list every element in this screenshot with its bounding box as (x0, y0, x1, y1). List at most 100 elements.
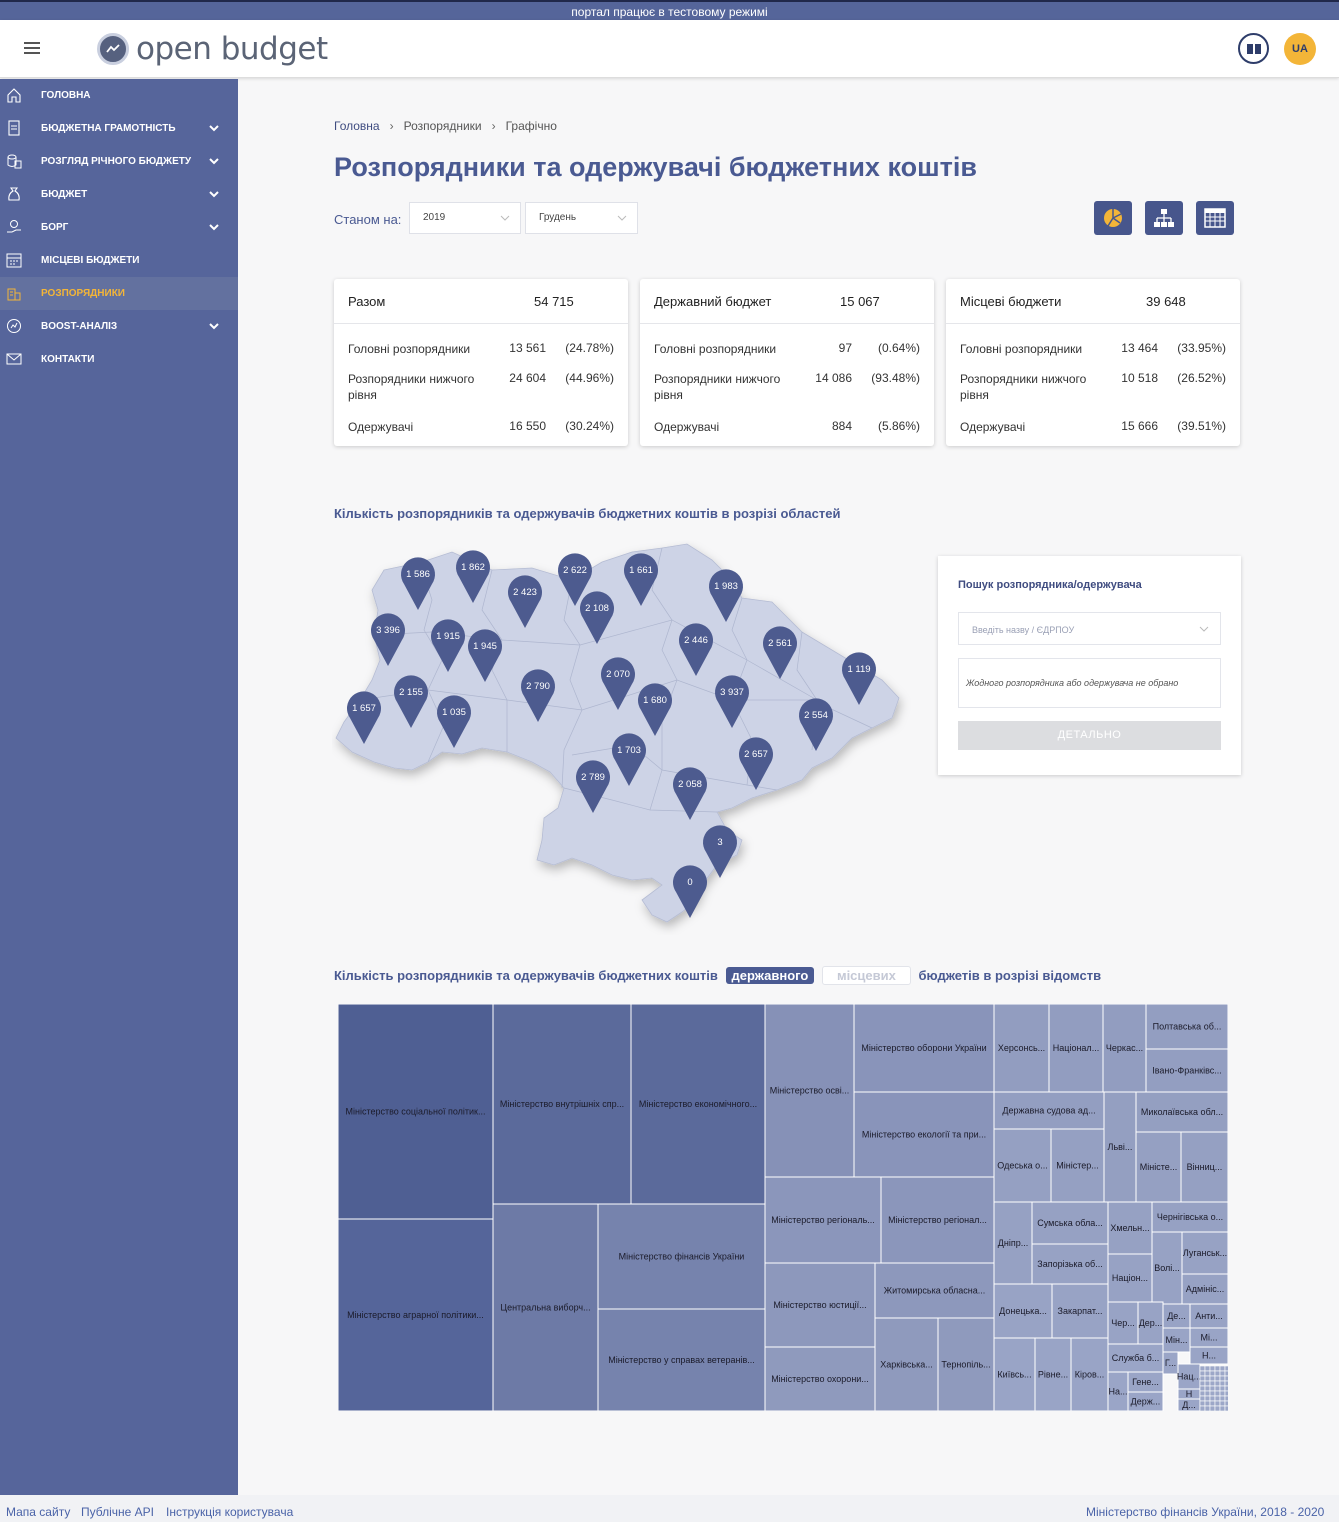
treemap-cell[interactable]: Міністерство юстиції... (764, 1262, 876, 1348)
sidebar-item-9[interactable]: КОНТАКТИ (0, 343, 238, 376)
treemap-small-cell[interactable] (1214, 1365, 1221, 1372)
table-view-button[interactable] (1196, 201, 1234, 235)
treemap-cell[interactable]: Міністерство регіональ... (764, 1176, 882, 1264)
treemap-small-cell[interactable] (1209, 1385, 1216, 1392)
treemap-cell[interactable]: Полтавська об... (1145, 1003, 1229, 1050)
treemap-small-cell[interactable] (1214, 1395, 1221, 1402)
search-input[interactable]: Введіть назву / ЄДРПОУ (958, 612, 1221, 645)
sidebar-item-2[interactable]: БЮДЖЕТНА ГРАМОТНІСТЬ (0, 112, 238, 145)
treemap-cell[interactable]: Гене... (1127, 1371, 1164, 1393)
language-button[interactable]: UA (1284, 33, 1316, 65)
hierarchy-view-button[interactable] (1145, 201, 1183, 235)
treemap-small-cell[interactable] (1209, 1395, 1216, 1402)
treemap-small-cell[interactable] (1209, 1365, 1216, 1372)
treemap-small-cell[interactable] (1224, 1405, 1231, 1412)
treemap-cell[interactable]: На... (1107, 1371, 1129, 1412)
treemap-cell[interactable]: Анти... (1189, 1303, 1229, 1329)
copyright-link[interactable]: Міністерство фінансів України, 2018 - 20… (1086, 1505, 1324, 1519)
treemap-cell[interactable]: Мiністе... (1135, 1131, 1182, 1203)
details-button[interactable]: ДЕТАЛЬНО (958, 721, 1221, 750)
treemap-cell[interactable]: Дер... (1137, 1301, 1164, 1345)
treemap-small-cell[interactable] (1224, 1380, 1231, 1387)
treemap-cell[interactable]: Націон... (1107, 1253, 1153, 1303)
treemap-cell[interactable]: Міністерство економічного... (630, 1003, 766, 1205)
treemap-small-cell[interactable] (1214, 1390, 1221, 1397)
treemap-cell[interactable]: Служба б... (1107, 1343, 1164, 1373)
treemap-cell[interactable]: Херсонсь... (993, 1003, 1050, 1093)
treemap-small-cell[interactable] (1199, 1395, 1206, 1402)
treemap-small-cell[interactable] (1214, 1370, 1221, 1377)
breadcrumb-second[interactable]: Розпорядники (404, 119, 482, 133)
treemap-cell[interactable]: Адмініс... (1181, 1273, 1229, 1305)
treemap-cell[interactable]: Дніпр... (993, 1201, 1033, 1285)
treemap-small-cell[interactable] (1219, 1370, 1226, 1377)
treemap-small-cell[interactable] (1214, 1400, 1221, 1407)
treemap-cell[interactable]: Львi... (1103, 1091, 1137, 1203)
treemap-small-cell[interactable] (1209, 1390, 1216, 1397)
treemap-small-cell[interactable] (1204, 1390, 1211, 1397)
sitemap-link[interactable]: Мапа сайту (6, 1505, 70, 1519)
treemap-cell[interactable]: Міністер... (1050, 1128, 1105, 1203)
treemap-cell[interactable]: Міністерство оборони України (853, 1003, 995, 1093)
treemap-small-cell[interactable] (1209, 1400, 1216, 1407)
treemap-small-cell[interactable] (1199, 1375, 1206, 1382)
treemap-cell[interactable]: Запорізька об... (1031, 1243, 1109, 1285)
treemap-cell[interactable]: Одеська о... (993, 1128, 1052, 1203)
sidebar-item-6[interactable]: МІСЦЕВІ БЮДЖЕТИ (0, 244, 238, 277)
treemap-small-cell[interactable] (1209, 1405, 1216, 1412)
treemap-small-cell[interactable] (1204, 1400, 1211, 1407)
treemap-cell[interactable]: Київсь... (993, 1337, 1036, 1412)
treemap-small-cell[interactable] (1219, 1385, 1226, 1392)
treemap-small-cell[interactable] (1219, 1380, 1226, 1387)
treemap-cell[interactable]: Чернігівська о... (1151, 1201, 1229, 1233)
treemap-cell[interactable]: Луганськ... (1181, 1231, 1229, 1275)
treemap-small-cell[interactable] (1204, 1405, 1211, 1412)
toggle-local-budget[interactable]: місцевих (821, 966, 911, 985)
treemap-small-cell[interactable] (1219, 1400, 1226, 1407)
menu-icon[interactable] (24, 42, 40, 56)
treemap-small-cell[interactable] (1204, 1370, 1211, 1377)
treemap-small-cell[interactable] (1214, 1380, 1221, 1387)
logo[interactable]: open budget (97, 31, 328, 67)
treemap-small-cell[interactable] (1219, 1395, 1226, 1402)
month-select[interactable]: Грудень (525, 202, 638, 234)
treemap-small-cell[interactable] (1199, 1390, 1206, 1397)
treemap-small-cell[interactable] (1224, 1395, 1231, 1402)
treemap-cell[interactable]: Де... (1162, 1303, 1191, 1329)
sidebar-item-3[interactable]: РОЗГЛЯД РІЧНОГО БЮДЖЕТУ (0, 145, 238, 178)
toggle-state-budget[interactable]: державного (725, 967, 815, 984)
treemap-cell[interactable]: Мі... (1189, 1327, 1229, 1348)
api-link[interactable]: Публічне API (81, 1505, 154, 1519)
treemap-small-cell[interactable] (1199, 1380, 1206, 1387)
treemap-cell[interactable]: Націонал... (1048, 1003, 1104, 1093)
treemap-cell[interactable]: Сумська обла... (1031, 1201, 1109, 1245)
sidebar-item-1[interactable]: ГОЛОВНА (0, 79, 238, 112)
treemap-cell[interactable]: Міністерство охорони... (764, 1346, 876, 1412)
book-icon[interactable] (1238, 33, 1269, 64)
treemap-cell[interactable]: Міністерство фінансів України (597, 1203, 766, 1310)
treemap-cell[interactable]: Держ... (1127, 1391, 1164, 1412)
treemap-small-cell[interactable] (1224, 1385, 1231, 1392)
treemap-cell[interactable]: Н... (1189, 1346, 1229, 1365)
treemap-cell[interactable]: Хмельн... (1107, 1201, 1153, 1255)
treemap-cell[interactable]: Міністерство соціальної політик... (337, 1003, 494, 1220)
sidebar-item-5[interactable]: БОРГ (0, 211, 238, 244)
treemap-small-cell[interactable] (1199, 1385, 1206, 1392)
breadcrumb-home[interactable]: Головна (334, 119, 380, 133)
treemap-cell[interactable]: Г... (1162, 1351, 1179, 1375)
treemap-cell[interactable]: Харківська... (874, 1317, 939, 1412)
treemap-small-cell[interactable] (1199, 1405, 1206, 1412)
treemap-cell[interactable]: Міністерство у справах ветеранів... (597, 1308, 766, 1412)
treemap-small-cell[interactable] (1204, 1375, 1211, 1382)
treemap-cell[interactable]: Кіров... (1070, 1337, 1109, 1412)
treemap-small-cell[interactable] (1219, 1390, 1226, 1397)
treemap-small-cell[interactable] (1224, 1375, 1231, 1382)
treemap-cell[interactable]: Чер... (1107, 1301, 1139, 1345)
treemap-small-cell[interactable] (1199, 1370, 1206, 1377)
treemap-small-cell[interactable] (1209, 1375, 1216, 1382)
treemap-small-cell[interactable] (1199, 1365, 1206, 1372)
treemap-small-cell[interactable] (1214, 1375, 1221, 1382)
treemap-cell[interactable]: Державна судова ад... (993, 1091, 1105, 1130)
sidebar-item-8[interactable]: BOOST-АНАЛІЗ (0, 310, 238, 343)
treemap-cell[interactable]: Міністерство осві... (764, 1003, 855, 1178)
